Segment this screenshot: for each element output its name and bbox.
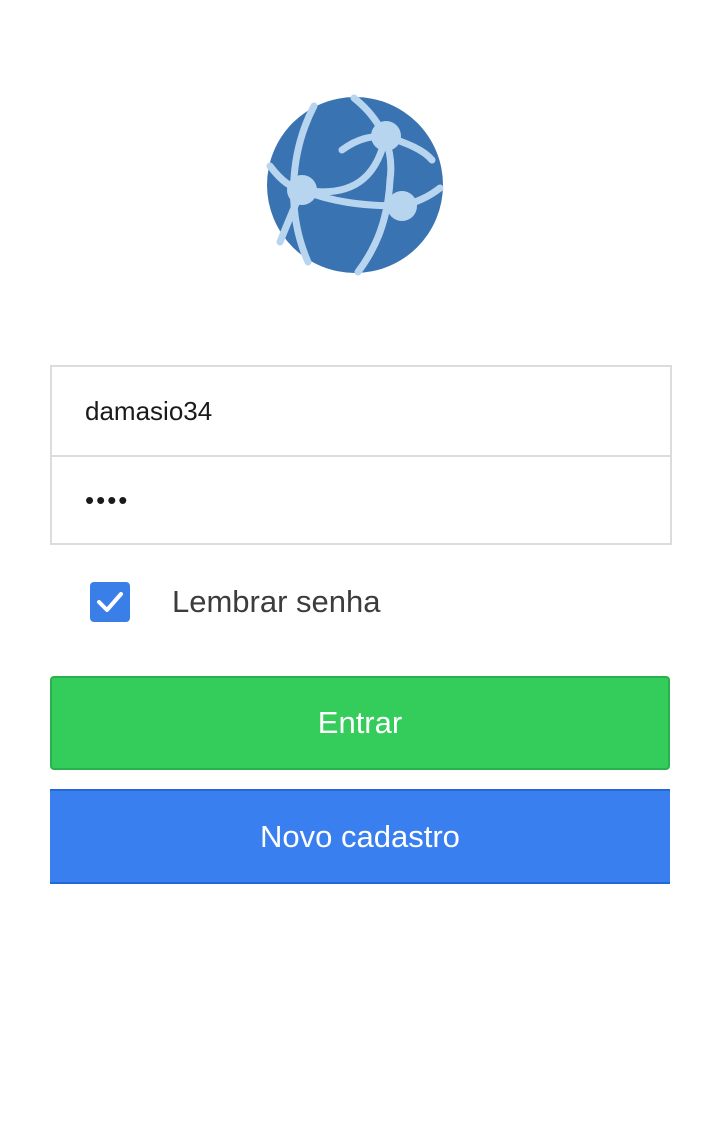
globe-network-icon [262,92,448,278]
credentials-group [50,365,672,545]
login-form: Lembrar senha Entrar Novo cadastro [50,365,672,884]
check-icon [97,592,123,612]
password-row [52,455,670,543]
login-button[interactable]: Entrar [50,676,670,770]
register-button[interactable]: Novo cadastro [50,789,670,884]
remember-password-checkbox[interactable] [90,582,130,622]
remember-password-label: Lembrar senha [172,584,381,619]
password-input[interactable] [85,484,625,516]
remember-password-row[interactable]: Lembrar senha [90,582,381,622]
username-input[interactable] [85,395,625,427]
username-row [52,367,670,455]
